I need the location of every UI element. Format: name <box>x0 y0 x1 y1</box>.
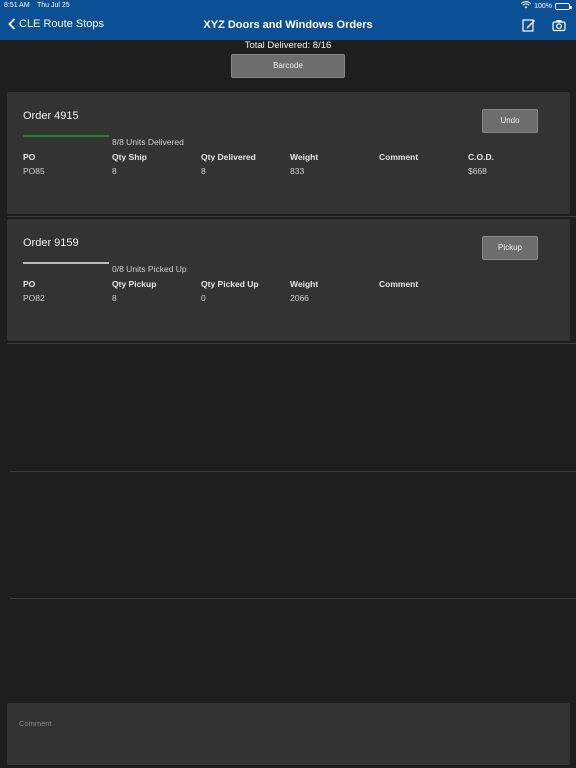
wifi-icon <box>521 1 532 11</box>
order-title: Order 4915 <box>23 110 79 122</box>
col-header-comment: Comment <box>379 152 419 162</box>
nav-bar: CLE Route Stops XYZ Doors and Windows Or… <box>0 12 576 40</box>
camera-icon[interactable] <box>552 18 566 32</box>
comment-input[interactable] <box>7 703 570 765</box>
value-qty-pickup: 8 <box>112 293 117 303</box>
progress-text: 0/8 Units Picked Up <box>112 264 187 274</box>
order-card: Order 9159 0/8 Units Picked Up Pickup PO… <box>7 219 570 341</box>
total-delivered: Total Delivered: 8/16 <box>244 40 332 51</box>
col-header-po: PO <box>23 279 36 289</box>
order-card: Order 4915 8/8 Units Delivered Undo PO Q… <box>7 92 570 214</box>
divider <box>7 343 576 344</box>
value-qty-ship: 8 <box>112 166 117 176</box>
col-header-qty-picked-up: Qty Picked Up <box>201 279 259 289</box>
progress-text: 8/8 Units Delivered <box>112 137 184 147</box>
value-qty-picked-up: 0 <box>201 293 206 303</box>
status-right: 100% <box>521 1 572 11</box>
barcode-button[interactable]: Barcode <box>231 54 345 78</box>
col-header-qty-pickup: Qty Pickup <box>112 279 157 289</box>
battery-icon <box>555 2 572 10</box>
value-weight: 833 <box>290 166 305 176</box>
col-header-comment: Comment <box>379 279 419 289</box>
value-po: PO85 <box>23 166 45 176</box>
value-weight: 2066 <box>290 293 309 303</box>
divider <box>10 598 576 599</box>
col-header-qty-delivered: Qty Delivered <box>201 152 256 162</box>
divider <box>7 216 576 217</box>
status-date: Thu Jul 25 <box>37 2 70 9</box>
app-header: 8:51 AM Thu Jul 25 100% CLE Route Stops … <box>0 0 576 40</box>
col-header-qty-ship: Qty Ship <box>112 152 147 162</box>
col-header-cod: C.O.D. <box>468 152 494 162</box>
page-title: XYZ Doors and Windows Orders <box>203 19 373 31</box>
col-header-po: PO <box>23 152 36 162</box>
edit-icon[interactable] <box>522 18 536 32</box>
value-qty-delivered: 8 <box>201 166 206 176</box>
progress-fill <box>23 135 109 137</box>
progress-bar <box>23 262 109 264</box>
status-bar: 8:51 AM Thu Jul 25 100% <box>0 0 576 11</box>
value-cod: $668 <box>468 166 487 176</box>
order-title: Order 9159 <box>23 237 79 249</box>
status-time: 8:51 AM <box>4 2 30 9</box>
divider <box>10 471 576 472</box>
progress-bar <box>23 135 109 137</box>
value-po: PO82 <box>23 293 45 303</box>
col-header-weight: Weight <box>290 279 319 289</box>
pickup-button[interactable]: Pickup <box>482 236 538 260</box>
comment-box <box>7 703 570 765</box>
battery-percent: 100% <box>534 2 552 10</box>
undo-button[interactable]: Undo <box>482 109 538 133</box>
col-header-weight: Weight <box>290 152 319 162</box>
